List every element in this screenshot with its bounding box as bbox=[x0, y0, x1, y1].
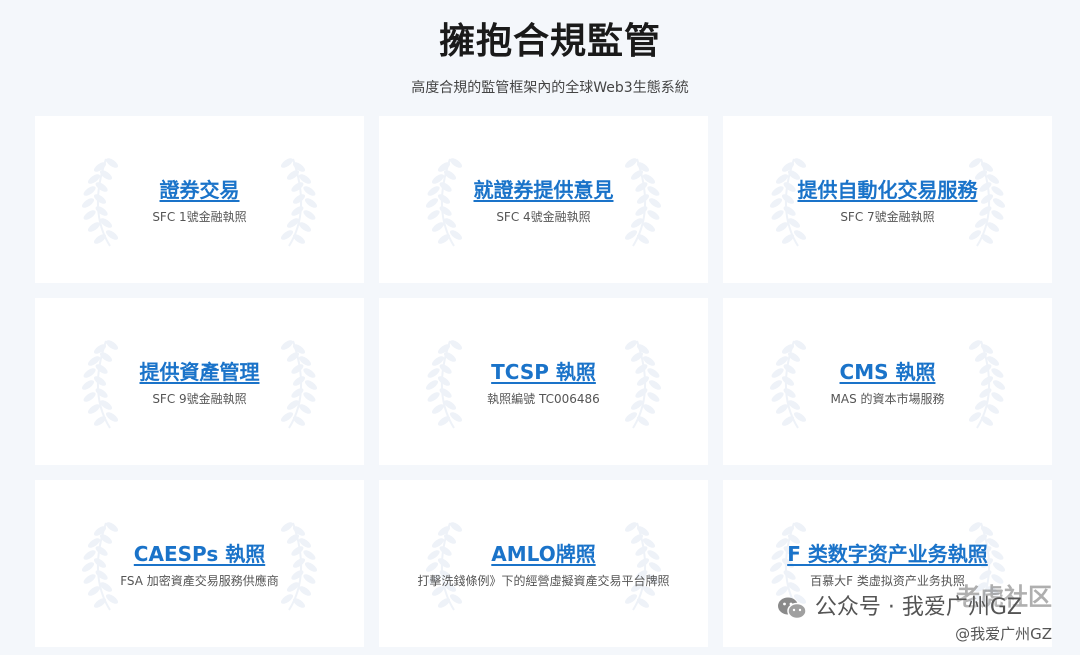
license-title-link[interactable]: CAESPs 執照 bbox=[134, 538, 265, 567]
license-grid: 證券交易 SFC 1號金融執照 就證券提供意見 SFC 4號金融執照 提供自動化… bbox=[35, 116, 1052, 647]
watermark-channel: 公众号 · 我爱广州GZ bbox=[814, 595, 1022, 620]
license-title-link[interactable]: CMS 執照 bbox=[840, 356, 936, 385]
watermark-handle: @我爱广州GZ bbox=[955, 625, 1052, 643]
license-title-link[interactable]: AMLO牌照 bbox=[491, 538, 595, 567]
laurel-right-icon bbox=[280, 522, 318, 611]
laurel-left-icon bbox=[769, 340, 807, 429]
laurel-right-icon bbox=[280, 340, 318, 429]
license-subtitle: SFC 1號金融執照 bbox=[152, 209, 247, 224]
wechat-icon bbox=[777, 597, 807, 620]
license-subtitle: SFC 4號金融執照 bbox=[496, 209, 591, 224]
license-subtitle: SFC 9號金融執照 bbox=[152, 391, 247, 406]
license-title-link[interactable]: 證券交易 bbox=[160, 174, 240, 203]
license-card: 證券交易 SFC 1號金融執照 bbox=[35, 116, 364, 283]
license-card: 提供自動化交易服務 SFC 7號金融執照 bbox=[723, 116, 1052, 283]
license-subtitle: 執照編號 TC006486 bbox=[487, 391, 600, 406]
watermark: 老虎社区 公众号 · 我爱广州GZ @我爱广州GZ bbox=[712, 575, 1072, 655]
laurel-left-icon bbox=[81, 340, 119, 429]
license-subtitle: 打擊洗錢條例》下的經營虛擬資產交易平台牌照 bbox=[417, 573, 670, 588]
license-card: CAESPs 執照 FSA 加密資產交易服務供應商 bbox=[35, 480, 364, 647]
license-subtitle: MAS 的資本市場服務 bbox=[830, 391, 945, 406]
page-title: 擁抱合規監管 bbox=[438, 21, 661, 62]
license-title-link[interactable]: TCSP 執照 bbox=[491, 356, 596, 385]
laurel-right-icon bbox=[624, 340, 662, 429]
laurel-left-icon bbox=[425, 340, 463, 429]
laurel-left-icon bbox=[425, 522, 463, 611]
license-title-link[interactable]: 就證券提供意見 bbox=[474, 174, 614, 203]
laurel-right-icon bbox=[280, 158, 318, 247]
license-title-link[interactable]: F 类数字资产业务執照 bbox=[787, 538, 988, 567]
license-subtitle: FSA 加密資產交易服務供應商 bbox=[120, 573, 279, 588]
laurel-left-icon bbox=[81, 158, 119, 247]
license-card: TCSP 執照 執照編號 TC006486 bbox=[379, 298, 708, 465]
watermark-channel-row: 公众号 · 我爱广州GZ bbox=[777, 589, 1022, 621]
laurel-right-icon bbox=[624, 522, 662, 611]
laurel-right-icon bbox=[968, 340, 1006, 429]
laurel-left-icon bbox=[425, 158, 463, 247]
laurel-left-icon bbox=[81, 522, 119, 611]
license-title-link[interactable]: 提供自動化交易服務 bbox=[798, 174, 978, 203]
page-subtitle: 高度合規的監管框架內的全球Web3生態系統 bbox=[411, 80, 689, 96]
license-card: 提供資產管理 SFC 9號金融執照 bbox=[35, 298, 364, 465]
laurel-right-icon bbox=[624, 158, 662, 247]
license-subtitle: SFC 7號金融執照 bbox=[840, 209, 935, 224]
license-card: CMS 執照 MAS 的資本市場服務 bbox=[723, 298, 1052, 465]
license-card: AMLO牌照 打擊洗錢條例》下的經營虛擬資產交易平台牌照 bbox=[379, 480, 708, 647]
license-card: 就證券提供意見 SFC 4號金融執照 bbox=[379, 116, 708, 283]
license-title-link[interactable]: 提供資產管理 bbox=[140, 356, 260, 385]
